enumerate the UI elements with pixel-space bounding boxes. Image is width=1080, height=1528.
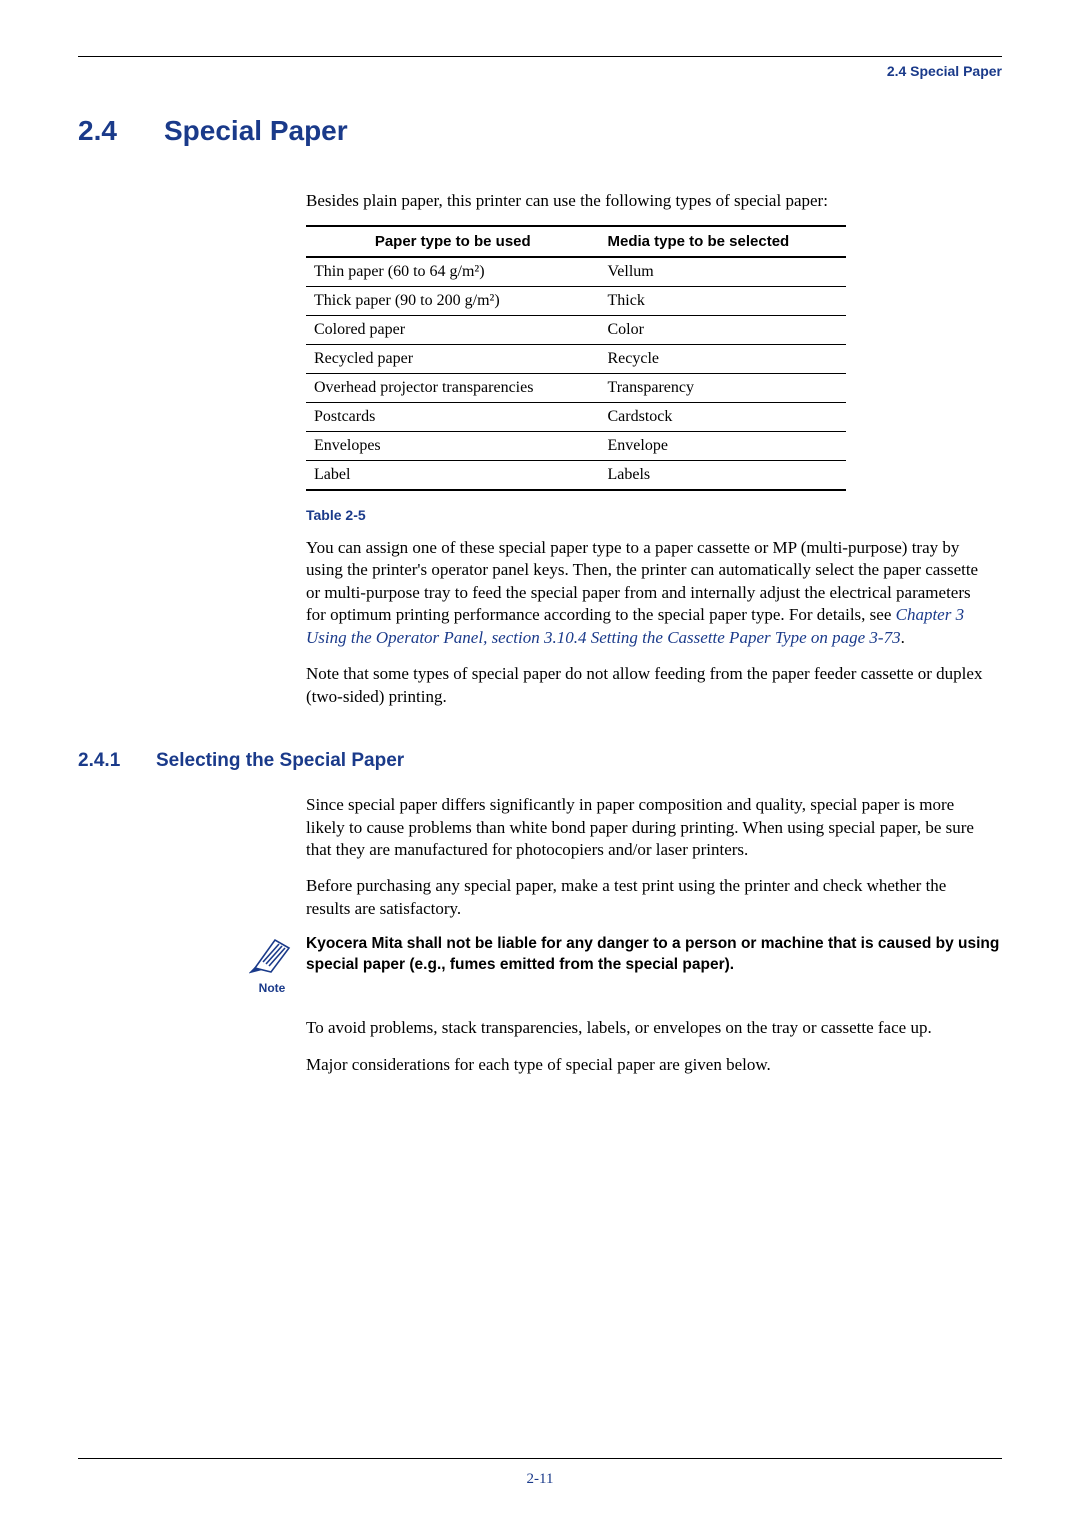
table-header-row: Paper type to be used Media type to be s…: [306, 226, 846, 257]
paragraph: Since special paper differs significantl…: [306, 794, 992, 861]
table-caption: Table 2-5: [306, 507, 992, 523]
footer-rule: [78, 1458, 1002, 1459]
table-row: PostcardsCardstock: [306, 403, 846, 432]
table-cell: Recycled paper: [306, 345, 600, 374]
paragraph: Note that some types of special paper do…: [306, 663, 992, 708]
footer: 2-11: [78, 1458, 1002, 1488]
top-rule: [78, 56, 1002, 57]
table-row: Thick paper (90 to 200 g/m²)Thick: [306, 287, 846, 316]
table-row: Recycled paperRecycle: [306, 345, 846, 374]
subsection-title: Selecting the Special Paper: [156, 750, 404, 771]
table-cell: Transparency: [600, 374, 847, 403]
table-col-paper-type: Paper type to be used: [306, 226, 600, 257]
paragraph: Major considerations for each type of sp…: [306, 1054, 992, 1076]
table-col-media-type: Media type to be selected: [600, 226, 847, 257]
table-cell: Postcards: [306, 403, 600, 432]
table-cell: Label: [306, 461, 600, 491]
paragraph: Before purchasing any special paper, mak…: [306, 875, 992, 920]
section-title: Special Paper: [164, 115, 348, 146]
paragraph-text: .: [901, 628, 905, 647]
table-cell: Overhead projector transparencies: [306, 374, 600, 403]
table-cell: Recycle: [600, 345, 847, 374]
table-cell: Labels: [600, 461, 847, 491]
table-row: EnvelopesEnvelope: [306, 432, 846, 461]
paragraph: You can assign one of these special pape…: [306, 537, 992, 649]
section-heading: 2.4Special Paper: [78, 115, 1002, 147]
table-cell: Cardstock: [600, 403, 847, 432]
body-column: To avoid problems, stack transparencies,…: [306, 1017, 992, 1076]
section-number: 2.4: [78, 115, 164, 147]
body-column: Besides plain paper, this printer can us…: [306, 191, 992, 708]
table-row: Overhead projector transparenciesTranspa…: [306, 374, 846, 403]
paragraph: To avoid problems, stack transparencies,…: [306, 1017, 992, 1039]
table-cell: Thick: [600, 287, 847, 316]
subsection-heading: 2.4.1Selecting the Special Paper: [78, 750, 1002, 772]
table-cell: Thin paper (60 to 64 g/m²): [306, 257, 600, 287]
page-number: 2-11: [78, 1471, 1002, 1488]
table-cell: Thick paper (90 to 200 g/m²): [306, 287, 600, 316]
note-label: Note: [238, 981, 306, 995]
note-icon: [249, 934, 295, 974]
note-block: Note Kyocera Mita shall not be liable fo…: [238, 934, 1002, 995]
note-text: Kyocera Mita shall not be liable for any…: [306, 934, 1002, 976]
body-column: Since special paper differs significantl…: [306, 794, 992, 920]
paragraph-text: You can assign one of these special pape…: [306, 538, 978, 624]
table-row: Thin paper (60 to 64 g/m²)Vellum: [306, 257, 846, 287]
page: 2.4 Special Paper 2.4Special Paper Besid…: [0, 0, 1080, 1528]
table-cell: Color: [600, 316, 847, 345]
table-cell: Envelopes: [306, 432, 600, 461]
table-cell: Vellum: [600, 257, 847, 287]
paper-type-table: Paper type to be used Media type to be s…: [306, 225, 846, 491]
table-row: LabelLabels: [306, 461, 846, 491]
table-row: Colored paperColor: [306, 316, 846, 345]
note-icon-wrap: Note: [238, 934, 306, 995]
table-cell: Envelope: [600, 432, 847, 461]
table-cell: Colored paper: [306, 316, 600, 345]
subsection-number: 2.4.1: [78, 750, 156, 772]
intro-paragraph: Besides plain paper, this printer can us…: [306, 191, 992, 211]
running-header: 2.4 Special Paper: [78, 63, 1002, 79]
